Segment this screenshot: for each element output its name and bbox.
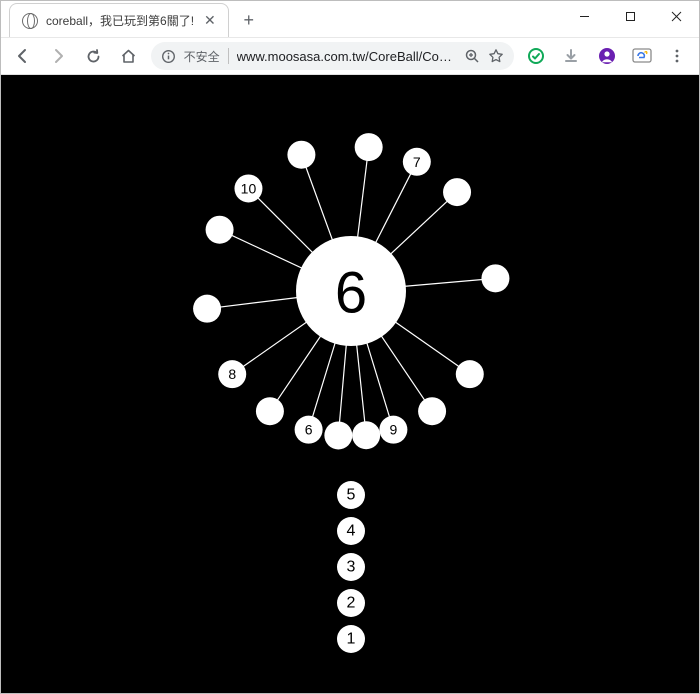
- toolbar: 不安全 www.moosasa.com.tw/CoreBall/CoreBal.…: [1, 37, 699, 75]
- game-canvas[interactable]: 7 9 6 8 10 6 5 4 3 2 1: [1, 75, 699, 693]
- browser-tab[interactable]: coreball，我已玩到第6關了! ✕: [9, 3, 229, 37]
- attached-ball: [206, 216, 234, 244]
- attached-ball: [287, 141, 315, 169]
- divider: [228, 48, 229, 64]
- address-bar[interactable]: 不安全 www.moosasa.com.tw/CoreBall/CoreBal.…: [151, 42, 515, 70]
- game-viewport[interactable]: 7 9 6 8 10 6 5 4 3 2 1: [1, 75, 699, 693]
- attached-ball: [256, 397, 284, 425]
- new-tab-button[interactable]: +: [235, 6, 263, 34]
- attached-ball: [324, 421, 352, 449]
- globe-icon: [22, 13, 38, 29]
- attached-ball: [193, 295, 221, 323]
- attached-ball: [418, 397, 446, 425]
- queue-ball-label: 2: [347, 595, 356, 612]
- window-minimize-button[interactable]: [561, 1, 607, 31]
- url-text: www.moosasa.com.tw/CoreBall/CoreBal...: [237, 49, 456, 64]
- star-icon[interactable]: [488, 48, 504, 64]
- attached-ball: [456, 360, 484, 388]
- home-button[interactable]: [115, 42, 142, 70]
- back-button[interactable]: [9, 42, 36, 70]
- window-controls: [561, 1, 699, 31]
- queue-ball-label: 3: [347, 559, 356, 576]
- queue-ball-label: 5: [347, 487, 356, 504]
- attached-ball-label: 6: [305, 422, 313, 438]
- extension-ie-icon[interactable]: [628, 42, 655, 70]
- attached-ball-label: 9: [389, 422, 397, 438]
- attached-ball: [355, 133, 383, 161]
- menu-button[interactable]: [664, 42, 691, 70]
- attached-ball: [352, 421, 380, 449]
- window-close-button[interactable]: [653, 1, 699, 31]
- attached-ball: [443, 178, 471, 206]
- attached-ball-label: 7: [413, 154, 421, 170]
- queue-ball-label: 1: [347, 631, 356, 648]
- download-icon[interactable]: [557, 42, 584, 70]
- core-level-label: 6: [335, 261, 367, 326]
- forward-button[interactable]: [44, 42, 71, 70]
- tab-title: coreball，我已玩到第6關了!: [46, 12, 194, 29]
- close-tab-button[interactable]: ✕: [202, 12, 218, 29]
- queue-ball-label: 4: [347, 523, 356, 540]
- window-maximize-button[interactable]: [607, 1, 653, 31]
- attached-ball-label: 8: [228, 366, 236, 382]
- reload-button[interactable]: [80, 42, 107, 70]
- titlebar: coreball，我已玩到第6關了! ✕ +: [1, 1, 699, 37]
- info-icon: [161, 49, 176, 64]
- extension-adblock-icon[interactable]: [522, 42, 549, 70]
- profile-icon[interactable]: [593, 42, 620, 70]
- zoom-icon[interactable]: [464, 48, 480, 64]
- security-label: 不安全: [184, 48, 220, 65]
- browser-window: coreball，我已玩到第6關了! ✕ +: [0, 0, 700, 694]
- attached-ball-label: 10: [241, 180, 257, 196]
- attached-ball: [481, 264, 509, 292]
